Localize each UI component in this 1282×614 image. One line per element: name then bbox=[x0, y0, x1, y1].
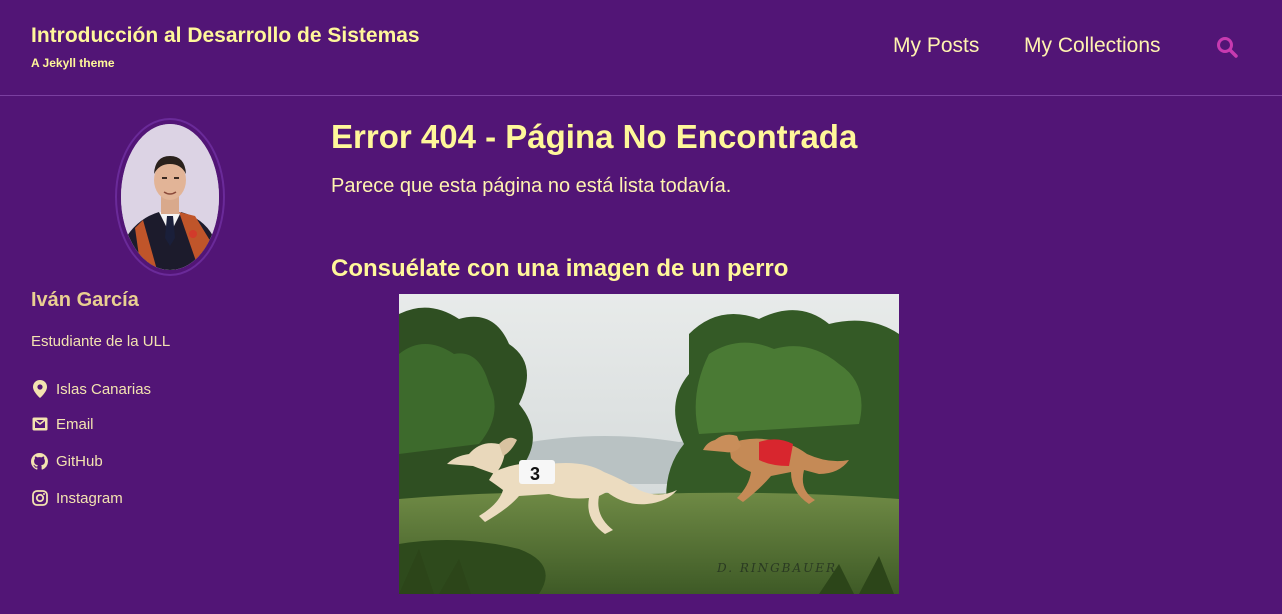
author-email-label: Email bbox=[56, 415, 94, 433]
map-marker-icon bbox=[31, 380, 48, 398]
author-instagram-label: Instagram bbox=[56, 489, 123, 507]
page-lead: Parece que esta página no está lista tod… bbox=[331, 175, 732, 197]
envelope-icon bbox=[31, 416, 48, 433]
search-icon bbox=[1217, 37, 1238, 58]
author-github-link[interactable]: GitHub bbox=[31, 450, 103, 472]
bib-number: 3 bbox=[530, 464, 540, 484]
author-bio: Estudiante de la ULL bbox=[31, 333, 171, 350]
author-instagram-link[interactable]: Instagram bbox=[31, 487, 123, 509]
dog-image: 3 D. RINGBAUER bbox=[399, 294, 899, 594]
section-title: Consuélate con una imagen de un perro bbox=[331, 255, 789, 282]
masthead: Introducción al Desarrollo de Sistemas A… bbox=[0, 0, 1282, 96]
site-subtitle: A Jekyll theme bbox=[31, 56, 115, 70]
page-title: Error 404 - Página No Encontrada bbox=[331, 118, 858, 155]
nav-my-collections[interactable]: My Collections bbox=[1024, 34, 1161, 58]
instagram-icon bbox=[31, 490, 48, 507]
author-email-link[interactable]: Email bbox=[31, 413, 94, 435]
avatar-frame bbox=[115, 118, 225, 276]
github-icon bbox=[31, 452, 48, 470]
author-name: Iván García bbox=[31, 289, 139, 311]
nav-my-posts[interactable]: My Posts bbox=[893, 34, 979, 58]
author-github-label: GitHub bbox=[56, 452, 103, 470]
author-location-label: Islas Canarias bbox=[56, 380, 152, 398]
author-location: Islas Canarias bbox=[31, 378, 151, 400]
search-button[interactable] bbox=[1212, 32, 1242, 62]
site-title-link[interactable]: Introducción al Desarrollo de Sistemas bbox=[31, 24, 420, 48]
avatar bbox=[121, 124, 219, 270]
image-watermark: D. RINGBAUER bbox=[716, 561, 837, 575]
